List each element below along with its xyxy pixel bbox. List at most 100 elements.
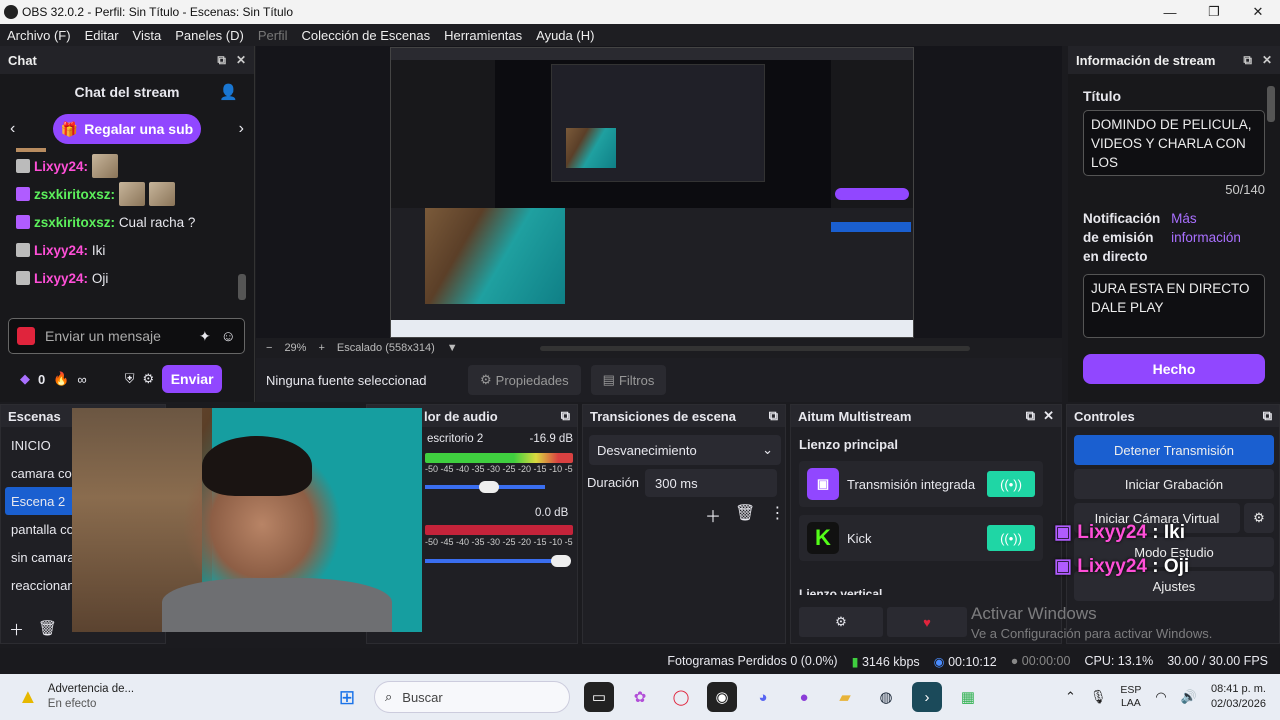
title-field[interactable]: DOMINDO DE PELICULA, VIDEOS Y CHARLA CON… [1083,110,1265,176]
info-scrollbar[interactable] [1267,86,1275,122]
live-toggle[interactable]: ((•)) [987,525,1035,551]
microphone-icon[interactable]: 🎙 [1090,689,1107,705]
emoji-icon[interactable]: ☺ [221,328,236,345]
users-icon[interactable]: 👤 [219,83,238,101]
gear-icon[interactable]: ⚙ [142,371,154,387]
float-icon[interactable]: ⧉ [1243,53,1252,68]
scale-label[interactable]: Escalado (558x314) [337,342,435,354]
shield-icon[interactable]: ⛨ [125,371,135,387]
menu-perfil[interactable]: Perfil [258,28,288,43]
chat-scrollbar[interactable] [238,274,246,300]
chevron-right-icon[interactable]: › [239,120,244,138]
obs-icon[interactable]: ◉ [707,682,737,712]
chat-dock: Chat ⧉ ✕ Chat del stream 👤 ‹ 🎁 Regalar un… [0,46,255,402]
chevron-left-icon[interactable]: ‹ [10,120,15,138]
close-button[interactable]: ✕ [1236,0,1280,24]
language-code: ESP [1120,684,1142,696]
podcast-icon[interactable]: ● [789,682,819,712]
virtual-camera-settings-button[interactable]: ⚙ [1244,503,1274,533]
meter-scale: -50 -45 -40 -35 -30 -25 -20 -15 -10 -5 0 [425,537,573,547]
close-icon[interactable]: ✕ [236,53,246,68]
app-icon[interactable]: ▦ [953,682,983,712]
menu-archivo[interactable]: Archivo (F) [7,28,71,43]
chat-input[interactable]: Enviar un mensaje ✦ ☺ [8,318,245,354]
chevron-up-icon[interactable]: ⌃ [1065,689,1076,705]
minimize-button[interactable]: — [1148,0,1192,24]
chat-header-title: Chat del stream [74,84,180,100]
scale-dropdown-icon[interactable]: ▼ [447,342,458,354]
audio-channel-db: 0.0 dB [535,507,569,519]
preview-canvas[interactable] [390,47,914,338]
zoom-out-icon[interactable]: − [266,342,272,354]
warning-widget[interactable]: ▲ Advertencia de... En efecto [18,682,288,712]
menu-coleccion[interactable]: Colección de Escenas [301,28,430,43]
steam-icon[interactable]: ◍ [871,682,901,712]
wifi-icon[interactable]: ◠ [1155,689,1166,705]
preview-scrollbar[interactable] [539,345,970,351]
gift-bar: ‹ 🎁 Regalar una sub › [0,110,254,148]
language-indicator[interactable]: ESP LAA [1120,684,1141,710]
audio-channel-name: escritorio 2 [427,433,484,445]
float-icon[interactable]: ⧉ [769,408,778,424]
float-icon[interactable]: ⧉ [1026,408,1035,424]
discord-icon[interactable]: ◕ [748,682,778,712]
speaker-icon[interactable]: 🔊 [1181,689,1197,705]
float-icon[interactable]: ⧉ [1263,408,1272,424]
maximize-button[interactable]: ❐ [1192,0,1236,24]
menu-ayuda[interactable]: Ayuda (H) [536,28,594,43]
more-info-link[interactable]: Más información [1171,209,1265,266]
close-icon[interactable]: ✕ [1262,53,1272,68]
magic-icon[interactable]: ✦ [199,328,211,345]
float-icon[interactable]: ⧉ [217,53,226,68]
add-icon[interactable]: ＋ [705,503,721,527]
remove-scene-icon[interactable]: 🗑 [38,619,57,640]
volume-slider[interactable] [425,559,565,563]
task-view-icon[interactable]: ▭ [584,682,614,712]
volume-slider-handle[interactable] [479,481,499,493]
folder-icon[interactable]: ▰ [830,682,860,712]
menu-herramientas[interactable]: Herramientas [444,28,522,43]
live-toggle[interactable]: ((•)) [987,471,1035,497]
transition-select[interactable]: Desvanecimiento ⌄ [589,435,781,465]
properties-button[interactable]: ⚙ Propiedades [468,365,581,395]
chat-user[interactable]: zsxkiritoxsz: [34,215,115,230]
chat-user[interactable]: Lixyy24: [34,271,88,286]
trash-icon[interactable]: 🗑 [735,503,755,527]
menu-editar[interactable]: Editar [85,28,119,43]
start-recording-button[interactable]: Iniciar Grabación [1074,469,1274,499]
done-button[interactable]: Hecho [1083,354,1265,384]
float-icon[interactable]: ⧉ [561,408,570,424]
taskbar-search[interactable]: ⌕ Buscar [374,681,570,713]
terminal-icon[interactable]: › [912,682,942,712]
stop-stream-button[interactable]: Detener Transmisión [1074,435,1274,465]
record-icon [17,327,35,345]
donate-button[interactable]: ♥ [887,607,967,637]
target-name: Transmisión integrada [847,476,976,492]
window-titlebar: OBS 32.0.2 - Perfil: Sin Título - Escena… [0,0,1280,24]
notif-field[interactable]: JURA ESTA EN DIRECTO DALE PLAY [1083,274,1265,338]
volume-slider-handle[interactable] [551,555,571,567]
chat-message: Lixyy24: Iki [0,236,254,264]
zoom-in-icon[interactable]: + [318,342,324,354]
filters-button[interactable]: ▤ Filtros [590,365,667,395]
copilot-icon[interactable]: ✿ [625,682,655,712]
close-icon[interactable]: ✕ [1043,408,1054,424]
chat-user[interactable]: Lixyy24: [34,243,88,258]
opera-icon[interactable]: ◯ [666,682,696,712]
clock[interactable]: 08:41 p. m. 02/03/2026 [1211,682,1266,712]
audio-mixer-title: lor de audio [424,408,498,424]
windows-start-icon[interactable]: ⊞ [332,682,362,712]
chat-user[interactable]: zsxkiritoxsz: [34,187,115,202]
gift-sub-button[interactable]: 🎁 Regalar una sub [53,114,201,144]
send-button[interactable]: Enviar [162,365,223,393]
chat-message: zsxkiritoxsz: Cual racha ? [0,208,254,236]
multistream-settings-button[interactable]: ⚙ [799,607,883,637]
menu-paneles[interactable]: Paneles (D) [175,28,244,43]
duration-stepper[interactable]: 300 ms [645,469,777,497]
watermark-subtitle: Ve a Configuración para activar Windows. [971,626,1213,641]
menu-vista[interactable]: Vista [133,28,162,43]
points-icon[interactable]: ◆ [20,371,30,387]
more-icon[interactable]: ⋮ [769,503,785,527]
add-scene-icon[interactable]: ＋ [9,619,24,640]
chat-user[interactable]: Lixyy24: [34,159,88,174]
